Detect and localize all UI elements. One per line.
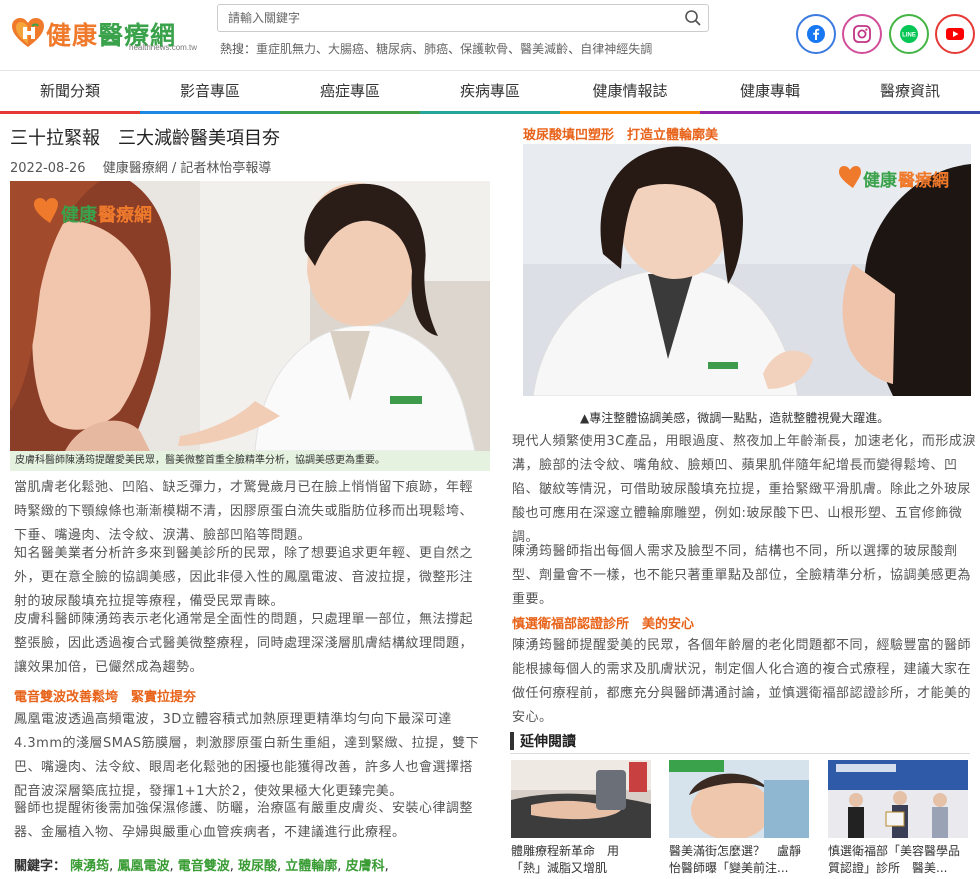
hot-tag[interactable]: 醫美減齡 xyxy=(520,42,568,56)
related-thumbnail[interactable] xyxy=(511,760,651,838)
nav-item-magazine[interactable]: 健康情報誌 xyxy=(560,71,700,114)
hot-tag[interactable]: 保護軟骨 xyxy=(460,42,508,56)
nav-color-bar xyxy=(560,111,700,114)
logo-url: healthnews.com.tw xyxy=(129,43,198,52)
nav-label: 影音專區 xyxy=(179,82,240,100)
instagram-icon xyxy=(853,25,871,43)
thumbnail-face-treatment xyxy=(669,760,809,838)
hot-tag[interactable]: 自律神經失調 xyxy=(580,42,652,56)
article-paragraph: 知名醫美業者分析許多來到醫美診所的民眾，除了想要追求更年輕、更自然之 外，更在意… xyxy=(14,546,474,609)
thumbnail-certification-event xyxy=(828,760,968,838)
nav-label: 新聞分類 xyxy=(39,82,100,100)
article-photo-secondary: 健康 醫療網 xyxy=(523,144,971,396)
youtube-button[interactable] xyxy=(935,14,975,54)
nav-item-medical-info[interactable]: 醫療資訊 xyxy=(840,71,980,114)
site-header: 健康醫療網 healthnews.com.tw 熱搜：重症肌無力、大腸癌、糖尿病… xyxy=(0,0,980,70)
nav-item-video[interactable]: 影音專區 xyxy=(140,71,280,114)
site-logo[interactable]: 健康醫療網 healthnews.com.tw xyxy=(12,14,197,54)
keywords: 關鍵字： 陳湧筠, 鳳凰電波, 電音雙波, 玻尿酸, 立體輪廓, 皮膚科, xyxy=(14,859,389,874)
keyword-link[interactable]: 皮膚科 xyxy=(346,859,385,874)
article-paragraph: 陳湧筠醫師提醒愛美的民眾，各個年齡層的老化問題都不同，經驗豐富的醫師 能根據每個… xyxy=(512,638,972,725)
extended-reading-title: 延伸閱讀 xyxy=(520,734,576,750)
nav-label: 健康情報誌 xyxy=(592,82,668,100)
photo-caption-secondary: ▲專注整體協調美感，微調一點點，造就整體視覺大躍進。 xyxy=(580,411,890,425)
photo-doctor-patient: 健康 醫療網 xyxy=(10,181,490,451)
search-input[interactable] xyxy=(218,5,678,31)
article-subheading: 電音雙波改善鬆垮 緊實拉提夯 xyxy=(14,690,197,705)
extended-reading-header: 延伸閱讀 xyxy=(510,730,970,754)
line-button[interactable]: LINE xyxy=(889,14,929,54)
article-meta: 2022-08-26 健康醫療網 / 記者林怡亭報導 xyxy=(10,157,271,176)
svg-text:LINE: LINE xyxy=(902,33,916,39)
article-subheading: 慎選衛福部認證診所 美的安心 xyxy=(512,617,695,632)
article-paragraph: 陳湧筠醫師指出每個人需求及臉型不同，結構也不同，所以選擇的玻尿酸劑 型、劑量會不… xyxy=(512,544,972,607)
facebook-button[interactable] xyxy=(796,14,836,54)
article-paragraph: 現代人頻繁使用3C產品，用眼過度、熬夜加上年齡漸長，加速老化，而形成淚 溝，臉部… xyxy=(512,434,976,545)
keyword-link[interactable]: 玻尿酸 xyxy=(238,859,277,874)
related-thumbnail[interactable] xyxy=(669,760,809,838)
nav-label: 醫療資訊 xyxy=(879,82,940,100)
search-box xyxy=(217,4,709,32)
nav-item-disease[interactable]: 疾病專區 xyxy=(420,71,560,114)
article-subheading: 玻尿酸填凹塑形 打造立體輪廓美 xyxy=(523,128,719,143)
nav-label: 癌症專區 xyxy=(319,82,380,100)
nav-item-album[interactable]: 健康專輯 xyxy=(700,71,840,114)
youtube-icon xyxy=(946,28,964,40)
hot-tag[interactable]: 糖尿病 xyxy=(376,42,412,56)
keyword-link[interactable]: 立體輪廓 xyxy=(285,859,337,874)
photo-doctor-consult: 健康 醫療網 xyxy=(523,144,971,396)
main-nav: 新聞分類 影音專區 癌症專區 疾病專區 健康情報誌 健康專輯 醫療資訊 xyxy=(0,70,980,114)
hot-search-label: 熱搜： xyxy=(220,42,257,56)
instagram-button[interactable] xyxy=(842,14,882,54)
svg-text:醫療網: 醫療網 xyxy=(98,204,152,226)
nav-label: 疾病專區 xyxy=(459,82,520,100)
line-icon: LINE xyxy=(900,25,918,43)
article-title: 三十拉緊報 三大減齡醫美項目夯 xyxy=(10,128,280,149)
svg-text:健康: 健康 xyxy=(863,170,898,191)
hot-tag[interactable]: 肺癌 xyxy=(424,42,448,56)
article-photo-main: 健康 醫療網 xyxy=(10,181,490,451)
related-article-link[interactable]: 體雕療程新革命 用 「熱」減脂又增肌 xyxy=(511,843,661,877)
nav-color-bar xyxy=(280,111,420,114)
related-article-link[interactable]: 慎選衛福部「美容醫學品 質認證」診所 醫美... xyxy=(828,843,978,877)
nav-color-bar xyxy=(700,111,840,114)
nav-item-news-category[interactable]: 新聞分類 xyxy=(0,71,140,114)
hot-tag[interactable]: 大腸癌 xyxy=(328,42,364,56)
hot-tag[interactable]: 重症肌無力 xyxy=(256,42,316,56)
svg-text:健康: 健康 xyxy=(61,204,98,226)
nav-label: 健康專輯 xyxy=(739,82,800,100)
article-byline: 健康醫療網 / 記者林怡亭報導 xyxy=(102,161,272,176)
article-date: 2022-08-26 xyxy=(10,161,86,176)
article-paragraph: 鳳凰電波透過高頻電波，3D立體容積式加熱原理更精準均勻向下最深可達 4.3mm的… xyxy=(14,712,480,799)
hot-search: 熱搜：重症肌無力、大腸癌、糖尿病、肺癌、保護軟骨、醫美減齡、自律神經失調 xyxy=(220,42,653,56)
nav-color-bar xyxy=(0,111,140,114)
heart-logo-icon xyxy=(12,18,44,47)
keyword-link[interactable]: 電音雙波 xyxy=(178,859,230,874)
related-article-link[interactable]: 醫美滿街怎麼選？ 盧靜 怡醫師曝「變美前注... xyxy=(669,843,819,877)
nav-color-bar xyxy=(840,111,980,114)
thumbnail-body-sculpt xyxy=(511,760,651,838)
related-thumbnail[interactable] xyxy=(828,760,968,838)
nav-item-cancer[interactable]: 癌症專區 xyxy=(280,71,420,114)
article-paragraph: 皮膚科醫師陳湧筠表示老化通常是全面性的問題，只處理單一部位，無法撐起 整張臉，因… xyxy=(14,612,474,675)
keyword-link[interactable]: 陳湧筠 xyxy=(70,859,109,874)
article-paragraph: 醫師也提醒術後需加強保濕修護、防曬，治療區有嚴重皮膚炎、安裝心律調整 器、金屬植… xyxy=(14,801,474,840)
facebook-icon xyxy=(807,25,825,43)
svg-text:醫療網: 醫療網 xyxy=(898,170,949,191)
search-icon[interactable] xyxy=(684,9,702,27)
nav-color-bar xyxy=(420,111,560,114)
keyword-link[interactable]: 鳳凰電波 xyxy=(117,859,169,874)
section-marker xyxy=(510,732,514,750)
article-paragraph: 當肌膚老化鬆弛、凹陷、缺乏彈力，才驚覺歲月已在臉上悄悄留下痕跡，年輕 時緊緻的下… xyxy=(14,480,474,543)
keywords-label: 關鍵字： xyxy=(14,859,67,874)
nav-color-bar xyxy=(140,111,280,114)
photo-caption-main: 皮膚科醫師陳湧筠提醒愛美民眾，醫美微整首重全臉精準分析，協調美感更為重要。 xyxy=(10,451,490,471)
